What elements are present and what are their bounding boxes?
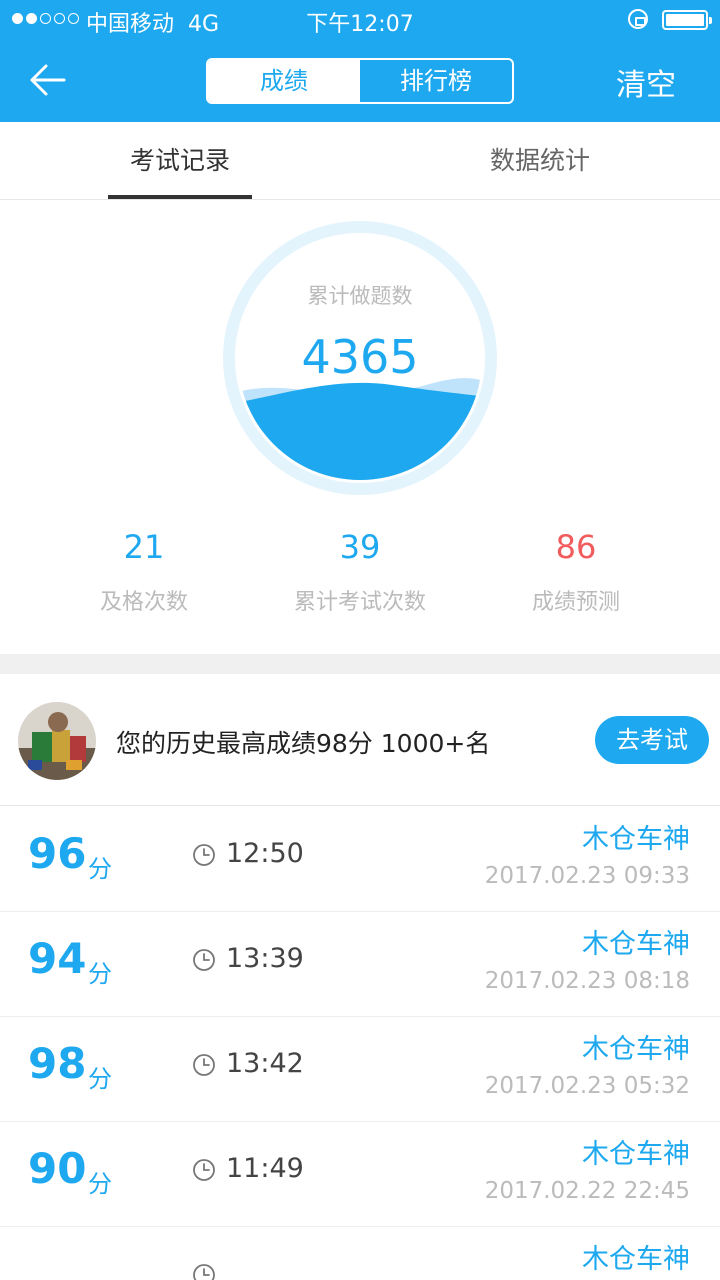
stat-exam-count: 39 累计考试次数: [240, 528, 480, 616]
clear-button[interactable]: 清空: [616, 60, 676, 104]
status-time: 下午12:07: [306, 12, 414, 37]
stat-score-prediction: 86 成绩预测: [456, 528, 696, 616]
record-duration: 13:39: [226, 943, 304, 974]
best-score-text: 您的历史最高成绩98分 1000+名: [116, 729, 491, 758]
record-username: 木仓车神: [582, 824, 690, 855]
back-arrow-icon[interactable]: [26, 60, 68, 100]
record-username: 木仓车神: [582, 1034, 690, 1065]
exam-record-row[interactable]: 94 分 13:39 木仓车神 2017.02.23 08:18: [0, 912, 720, 1017]
rotation-lock-icon: [628, 9, 648, 29]
record-duration: 11:49: [226, 1153, 304, 1184]
record-datetime: 2017.02.23 09:33: [484, 863, 690, 889]
battery-icon: [662, 10, 712, 30]
record-score-unit: 分: [88, 1065, 112, 1093]
best-score-row: 您的历史最高成绩98分 1000+名 去考试: [0, 674, 720, 806]
stat-value: 86: [555, 528, 597, 566]
app-header: 中国移动 4G 下午12:07 成绩 排行榜 清空: [0, 0, 720, 122]
stat-label: 及格次数: [99, 590, 188, 615]
record-score-unit: 分: [88, 855, 112, 883]
tab-data-statistics[interactable]: 数据统计: [468, 122, 612, 200]
record-datetime: 2017.02.23 05:32: [484, 1073, 690, 1099]
record-username: 木仓车神: [582, 1139, 690, 1170]
record-duration: 12:50: [226, 838, 304, 869]
record-datetime: 2017.02.22 22:45: [484, 1178, 690, 1204]
stat-label: 成绩预测: [531, 590, 620, 615]
record-username: 木仓车神: [582, 929, 690, 960]
record-datetime: 2017.02.23 08:18: [484, 968, 690, 994]
stat-value: 39: [339, 528, 381, 566]
record-score: 94: [28, 934, 87, 983]
record-username: 木仓车神: [582, 1244, 690, 1275]
gauge-value: 4365: [301, 330, 419, 384]
clock-icon: [193, 1264, 215, 1280]
clock-icon: [193, 1159, 215, 1181]
segment-scores[interactable]: 成绩: [208, 60, 360, 102]
stat-value: 21: [123, 528, 165, 566]
record-score: 90: [28, 1144, 87, 1193]
section-divider: [0, 654, 720, 674]
exam-record-row[interactable]: 98 分 13:42 木仓车神 2017.02.23 05:32: [0, 1017, 720, 1122]
active-tab-indicator: [108, 195, 252, 199]
record-duration: 13:42: [226, 1048, 304, 1079]
tab-exam-records[interactable]: 考试记录: [108, 122, 252, 200]
clock-icon: [193, 1054, 215, 1076]
segment-control: 成绩 排行榜: [206, 58, 514, 104]
clock-icon: [193, 844, 215, 866]
exam-record-row[interactable]: 木仓车神: [0, 1227, 720, 1280]
avatar[interactable]: [18, 702, 96, 780]
gauge-label: 累计做题数: [307, 284, 413, 308]
exam-record-row[interactable]: 96 分 12:50 木仓车神 2017.02.23 09:33: [0, 807, 720, 912]
record-score: 98: [28, 1039, 87, 1088]
go-to-exam-button[interactable]: 去考试: [595, 716, 709, 764]
clock-icon: [193, 949, 215, 971]
record-score-unit: 分: [88, 960, 112, 988]
exam-record-row[interactable]: 90 分 11:49 木仓车神 2017.02.22 22:45: [0, 1122, 720, 1227]
status-bar: 中国移动 4G 下午12:07: [0, 0, 720, 40]
stat-label: 累计考试次数: [293, 590, 426, 615]
record-score-unit: 分: [88, 1170, 112, 1198]
tab-bar: 考试记录 数据统计: [0, 122, 720, 200]
stat-pass-count: 21 及格次数: [24, 528, 264, 616]
segment-leaderboard[interactable]: 排行榜: [360, 60, 512, 102]
record-score: 96: [28, 829, 87, 878]
